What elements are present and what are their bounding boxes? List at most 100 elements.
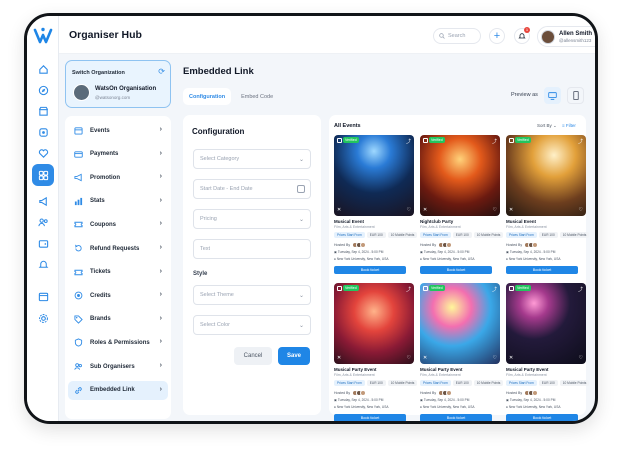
- sidebar-item-coupons[interactable]: Coupons ›: [68, 215, 168, 234]
- share-icon[interactable]: ⤴: [578, 138, 583, 145]
- hosted-by-label: Hosted By: [506, 243, 523, 247]
- brand-logo-icon[interactable]: [33, 26, 53, 46]
- share-icon[interactable]: ⤴: [492, 138, 497, 145]
- close-icon[interactable]: ✕: [337, 355, 341, 361]
- settings-icon[interactable]: [35, 310, 51, 326]
- filter-button[interactable]: ≡ Filter: [562, 123, 576, 128]
- org-switcher[interactable]: Switch Organization ⟳ WatsOn Organisatio…: [65, 60, 171, 108]
- sidebar-item-promotion[interactable]: Promotion ›: [68, 168, 168, 187]
- select-checkbox[interactable]: [423, 286, 428, 291]
- event-card[interactable]: Verified ⤴ ✕ ♡ Nightclub Party Film, Arts & E…: [420, 135, 504, 281]
- heart-icon[interactable]: ♡: [493, 355, 497, 361]
- sidebar-item-credits[interactable]: Credits ›: [68, 286, 168, 305]
- home-icon[interactable]: [35, 61, 51, 77]
- book-ticket-button[interactable]: Book ticket: [506, 266, 578, 274]
- heart-icon[interactable]: ♡: [407, 355, 411, 361]
- event-date: ▣ Tuesday, Sep 4, 2024 - 5:00 PM: [420, 398, 469, 402]
- price-chips: Prices Start From EUR 100 10 Mobile Points: [334, 380, 418, 386]
- preview-mobile-button[interactable]: [567, 87, 584, 104]
- event-card[interactable]: Verified ⤴ ✕ ♡ Musical Event Film, Arts & Ent…: [506, 135, 590, 281]
- event-image[interactable]: Verified ⤴ ✕ ♡: [420, 135, 500, 216]
- sidebar-item-sub-organisers[interactable]: Sub Organisers ›: [68, 357, 168, 376]
- sidebar-item-payments[interactable]: Payments ›: [68, 145, 168, 164]
- share-icon[interactable]: ⤴: [578, 286, 583, 293]
- dashboard-icon[interactable]: [32, 164, 54, 186]
- event-category: Film, Arts & Entertainment: [506, 373, 547, 377]
- sidebar-item-events[interactable]: Events ›: [68, 121, 168, 140]
- select-checkbox[interactable]: [509, 138, 514, 143]
- close-icon[interactable]: ✕: [423, 355, 427, 361]
- heart-icon[interactable]: ♡: [579, 355, 583, 361]
- tab-embed-code[interactable]: Embed Code: [235, 88, 279, 105]
- sidebar-item-refund-requests[interactable]: Refund Requests ›: [68, 239, 168, 258]
- event-date-text: Tuesday, Sep 4, 2024 - 5:00 PM: [423, 398, 470, 402]
- wallet-icon[interactable]: [35, 235, 51, 251]
- calendar-icon[interactable]: [35, 288, 51, 304]
- price-chips: Prices Start From EUR 100 10 Mobile Points: [420, 380, 504, 386]
- close-icon[interactable]: ✕: [509, 355, 513, 361]
- price-chips: Prices Start From EUR 100 10 Mobile Points: [420, 232, 504, 238]
- badge-icon[interactable]: [35, 124, 51, 140]
- store-icon[interactable]: [35, 103, 51, 119]
- select-checkbox[interactable]: [509, 286, 514, 291]
- share-icon[interactable]: ⤴: [406, 286, 411, 293]
- event-image[interactable]: Verified ⤴ ✕ ♡: [334, 283, 414, 364]
- book-ticket-button[interactable]: Book ticket: [420, 266, 492, 274]
- heart-icon[interactable]: ♡: [407, 207, 411, 213]
- share-icon[interactable]: ⤴: [406, 138, 411, 145]
- event-card[interactable]: Verified ⤴ ✕ ♡ Musical Party Event Film, Arts…: [506, 283, 590, 421]
- select-checkbox[interactable]: [423, 138, 428, 143]
- text-input[interactable]: Text: [193, 239, 311, 259]
- price-chip: EUR 100: [538, 380, 558, 386]
- book-ticket-button[interactable]: Book ticket: [334, 414, 406, 421]
- swap-icon[interactable]: ⟳: [158, 67, 165, 76]
- event-image[interactable]: Verified ⤴ ✕ ♡: [506, 135, 586, 216]
- sidebar-item-roles-permissions[interactable]: Roles & Permissions ›: [68, 333, 168, 352]
- pricing-select[interactable]: Pricing ⌄: [193, 209, 311, 229]
- heart-icon[interactable]: ♡: [493, 207, 497, 213]
- heart-icon[interactable]: ♡: [579, 207, 583, 213]
- book-ticket-button[interactable]: Book ticket: [420, 414, 492, 421]
- close-icon[interactable]: ✕: [337, 207, 341, 213]
- sidebar-item-tickets[interactable]: Tickets ›: [68, 263, 168, 282]
- select-checkbox[interactable]: [337, 138, 342, 143]
- event-image[interactable]: Verified ⤴ ✕ ♡: [334, 135, 414, 216]
- sidebar-item-embedded-link[interactable]: Embedded Link ›: [68, 380, 168, 400]
- notifications-button[interactable]: 1: [514, 27, 530, 44]
- share-icon[interactable]: ⤴: [492, 286, 497, 293]
- book-ticket-button[interactable]: Book ticket: [334, 266, 406, 274]
- color-select[interactable]: Select Color ⌄: [193, 315, 311, 335]
- compass-icon[interactable]: [35, 82, 51, 98]
- theme-select[interactable]: Select Theme ⌄: [193, 285, 311, 305]
- users-icon[interactable]: [35, 214, 51, 230]
- hosted-by: Hosted By: [506, 242, 539, 248]
- sidebar-item-label: Credits: [90, 292, 111, 299]
- user-profile-menu[interactable]: Allen Smith @allensmith123 ⌄: [537, 26, 595, 47]
- date-range-input[interactable]: Start Date - End Date: [193, 179, 311, 199]
- event-card[interactable]: Verified ⤴ ✕ ♡ Musical Party Event Film, Arts…: [334, 283, 418, 421]
- sidebar-item-brands[interactable]: Brands ›: [68, 310, 168, 329]
- close-icon[interactable]: ✕: [509, 207, 513, 213]
- sort-by-dropdown[interactable]: Sort By ⌄: [537, 123, 557, 129]
- megaphone-icon[interactable]: [35, 193, 51, 209]
- event-card[interactable]: Verified ⤴ ✕ ♡ Musical Party Event Film, Arts…: [420, 283, 504, 421]
- category-select[interactable]: Select Category ⌄: [193, 149, 311, 169]
- select-checkbox[interactable]: [337, 286, 342, 291]
- tab-configuration[interactable]: Configuration: [183, 88, 232, 105]
- calendar-icon: [297, 185, 305, 193]
- style-label: Style: [193, 271, 208, 277]
- sidebar-item-stats[interactable]: Stats ›: [68, 192, 168, 211]
- close-icon[interactable]: ✕: [423, 207, 427, 213]
- event-card[interactable]: Verified ⤴ ✕ ♡ Musical Event Film, Arts & Ent…: [334, 135, 418, 281]
- event-image[interactable]: Verified ⤴ ✕ ♡: [420, 283, 500, 364]
- add-button[interactable]: +: [489, 28, 505, 44]
- preview-desktop-button[interactable]: [544, 87, 561, 104]
- filter-icon: ≡: [562, 123, 565, 128]
- save-button[interactable]: Save: [278, 347, 310, 365]
- bell-icon[interactable]: [35, 256, 51, 272]
- cancel-button[interactable]: Cancel: [234, 347, 272, 365]
- search-input[interactable]: Search: [433, 28, 481, 44]
- heart-icon[interactable]: [35, 145, 51, 161]
- event-image[interactable]: Verified ⤴ ✕ ♡: [506, 283, 586, 364]
- book-ticket-button[interactable]: Book ticket: [506, 414, 578, 421]
